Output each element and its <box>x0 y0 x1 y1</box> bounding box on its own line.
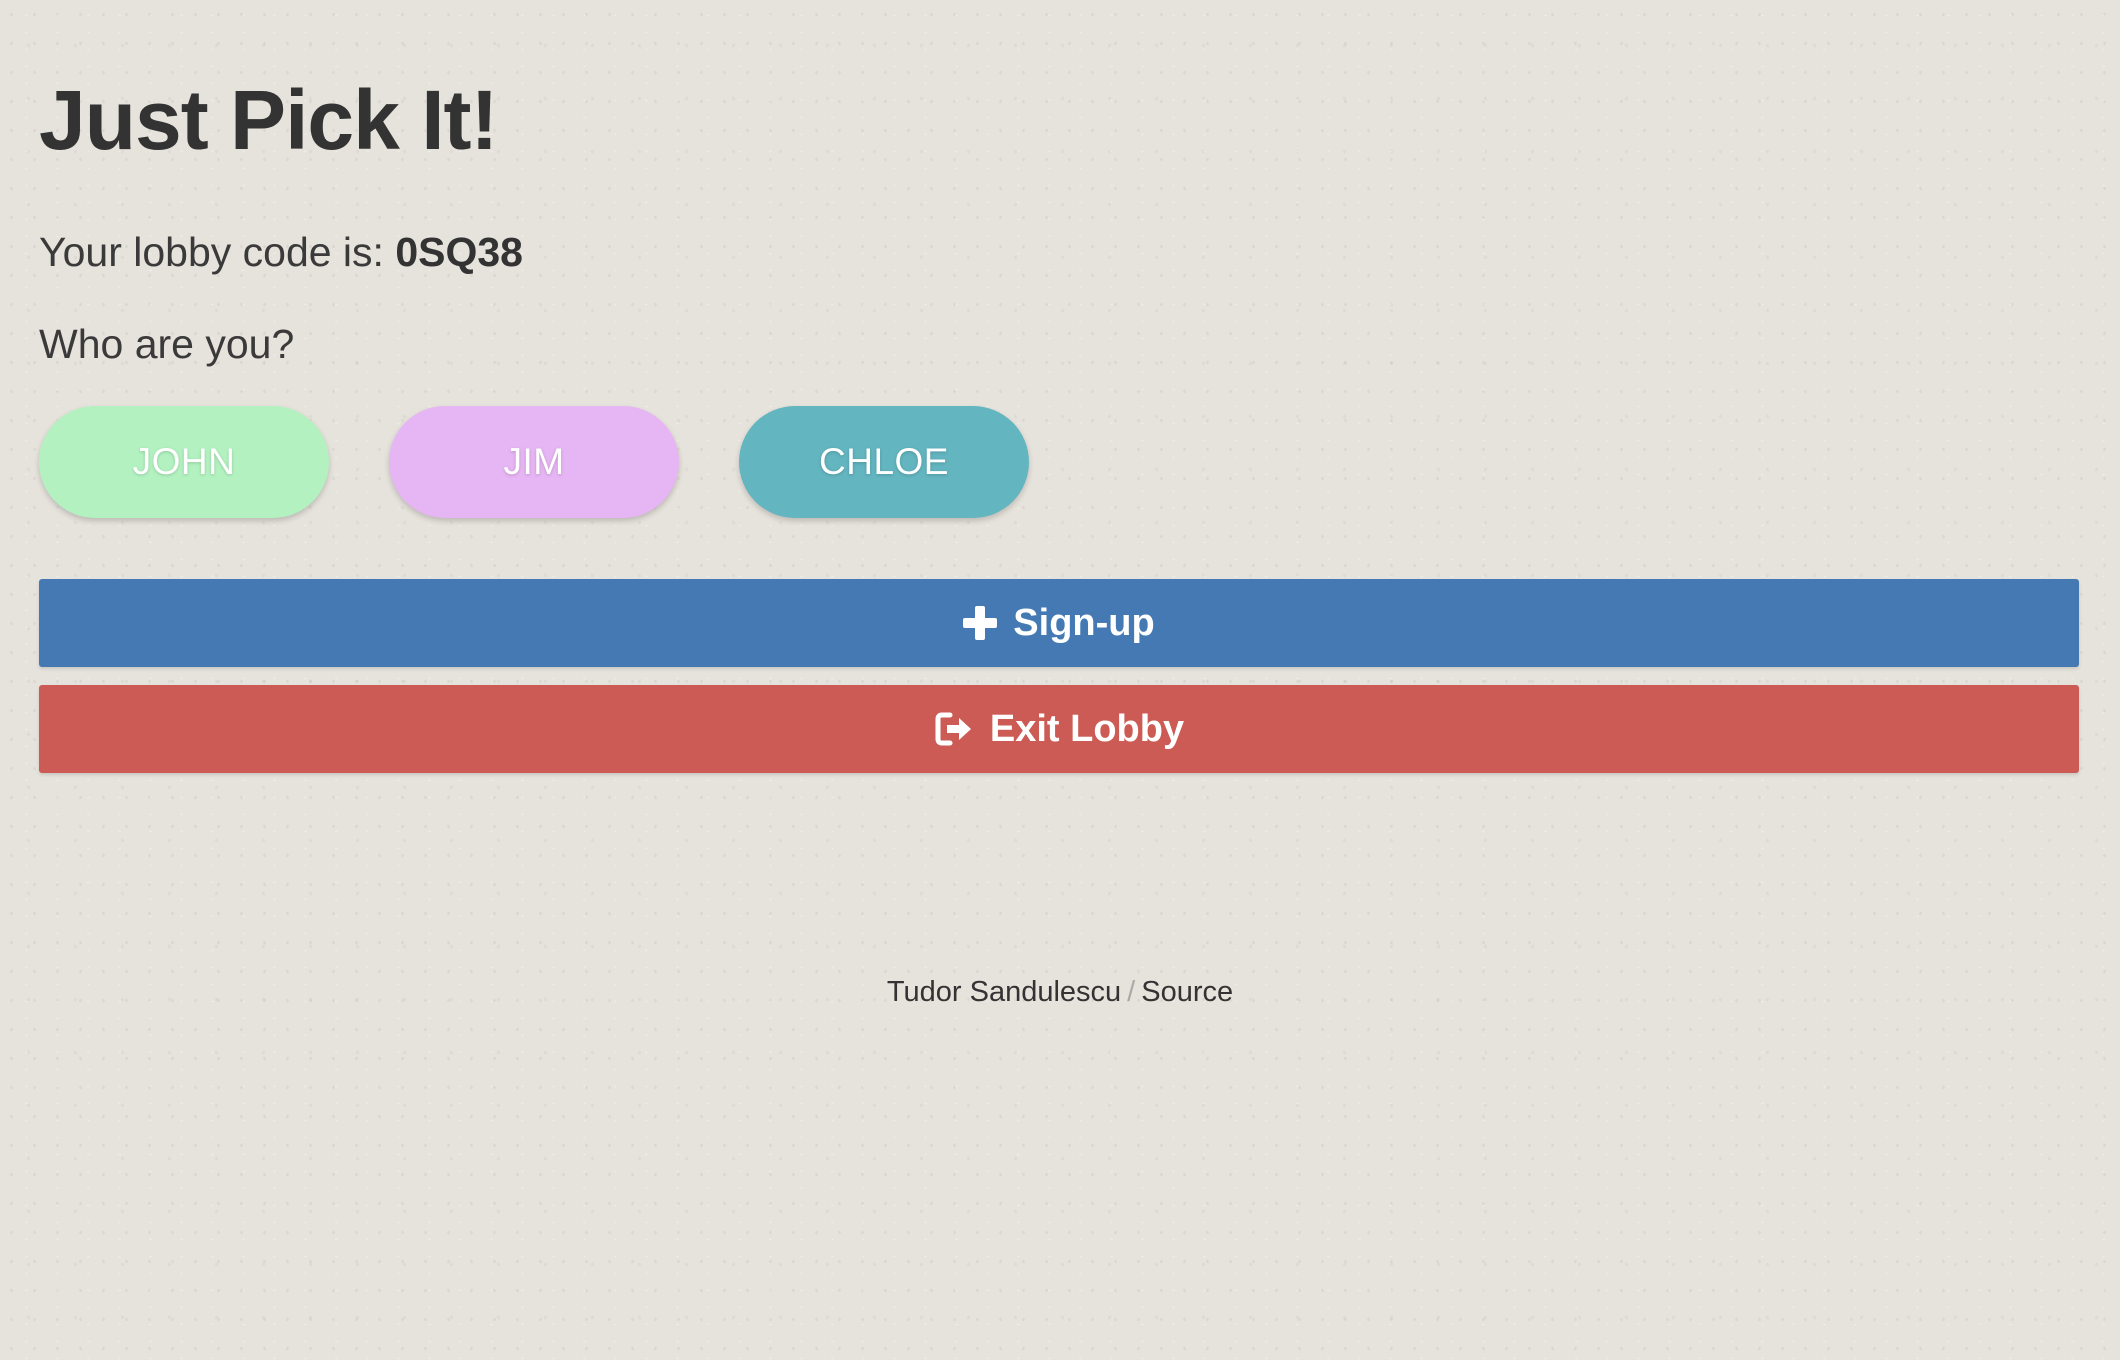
exit-lobby-button[interactable]: Exit Lobby <box>39 685 2079 773</box>
signup-label: Sign-up <box>1013 601 1155 644</box>
exit-lobby-label: Exit Lobby <box>989 707 1185 750</box>
player-button-john[interactable]: JOHN <box>39 406 329 518</box>
signup-button[interactable]: Sign-up <box>39 579 2079 667</box>
lobby-code-line: Your lobby code is: 0SQ38 <box>39 228 523 277</box>
player-button-chloe[interactable]: CHLOE <box>739 406 1029 518</box>
page-title: Just Pick It! <box>39 73 498 167</box>
lobby-code-label: Your lobby code is: <box>39 229 396 275</box>
sign-out-icon <box>934 711 974 747</box>
footer: Tudor Sandulescu / Source <box>0 976 2120 1009</box>
footer-separator: / <box>1127 976 1136 1008</box>
lobby-code-value: 0SQ38 <box>395 229 523 275</box>
source-link[interactable]: Source <box>1141 976 1233 1008</box>
plus-icon <box>963 606 998 640</box>
author-link[interactable]: Tudor Sandulescu <box>887 976 1121 1008</box>
player-button-jim[interactable]: JIM <box>389 406 679 518</box>
who-are-you-prompt: Who are you? <box>39 321 295 367</box>
